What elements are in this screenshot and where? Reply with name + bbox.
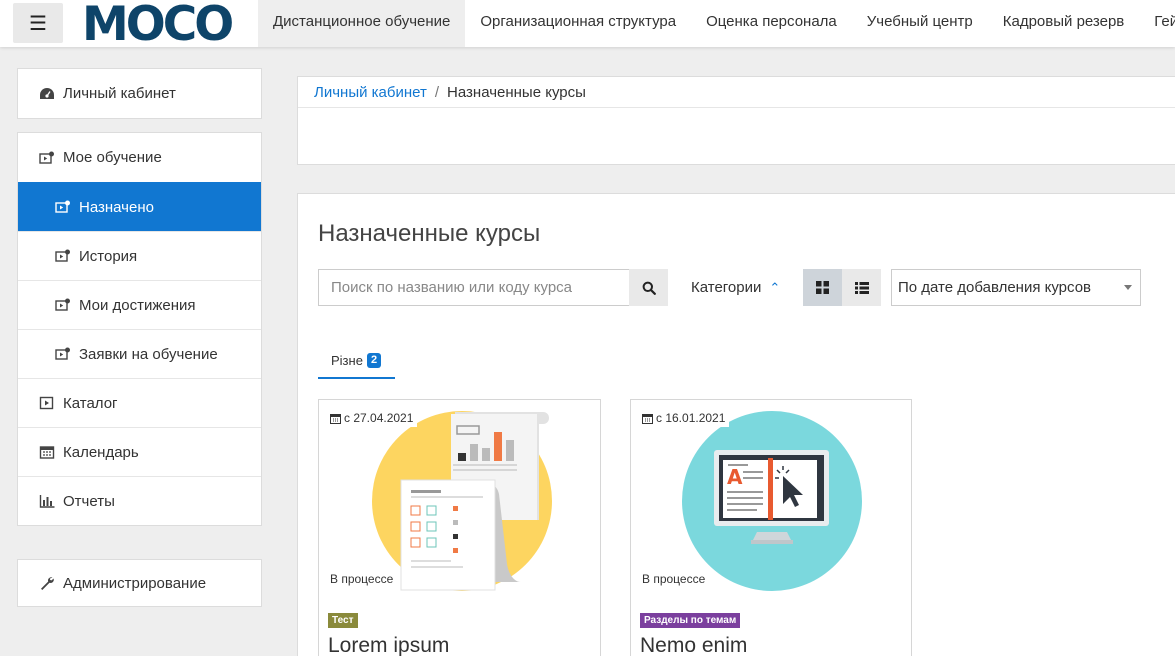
logo[interactable]: MOCO	[82, 0, 242, 52]
nav-more[interactable]: Гей	[1139, 0, 1175, 47]
sort-selected-value: По дате добавления курсов	[898, 279, 1092, 296]
sidebar-item-label: Заявки на обучение	[79, 345, 218, 363]
hamburger-icon: ☰	[29, 12, 47, 35]
search-input[interactable]	[318, 269, 629, 306]
sidebar-item-label: Личный кабинет	[63, 85, 176, 102]
categories-toggle[interactable]: Категории ⌃	[691, 269, 780, 306]
sidebar-item-admin[interactable]: Администрирование	[18, 560, 261, 606]
course-icon	[54, 200, 72, 214]
course-type-tag: Разделы по темам	[640, 613, 741, 628]
nav-assessment[interactable]: Оценка персонала	[691, 0, 852, 47]
wrench-icon	[38, 576, 56, 590]
top-navbar: ☰ MOCO Дистанционное обучение Организаци…	[0, 0, 1175, 52]
sidebar-item-label: Мои достижения	[79, 296, 196, 314]
sidebar-item-label: Администрирование	[63, 574, 207, 592]
nav-org-structure[interactable]: Организационная структура	[465, 0, 691, 47]
breadcrumb-current: Назначенные курсы	[447, 83, 586, 101]
sidebar-learning-group: Мое обучение Назначено История Мои дости…	[17, 132, 262, 526]
main-panel: Назначенные курсы Категории ⌃ По дате доб…	[297, 193, 1175, 656]
course-date: с 27.04.2021	[328, 409, 418, 427]
course-card[interactable]: с 27.04.2021 В процессе Тест Lorem ipsum	[318, 399, 601, 656]
search-button[interactable]	[629, 269, 668, 306]
dashboard-icon	[38, 87, 56, 101]
sidebar-item-achievements[interactable]: Мои достижения	[18, 280, 261, 329]
page-title: Назначенные курсы	[318, 220, 541, 247]
search-group	[318, 269, 668, 306]
breadcrumb: Личный кабинет / Назначенные курсы	[298, 77, 1175, 108]
course-type-tag: Тест	[328, 613, 358, 628]
sidebar-item-reports[interactable]: Отчеты	[18, 476, 261, 525]
nav-talent-pool[interactable]: Кадровый резерв	[988, 0, 1140, 47]
grid-icon	[816, 281, 829, 294]
list-view-button[interactable]	[842, 269, 881, 306]
breadcrumb-panel: Личный кабинет / Назначенные курсы	[297, 76, 1175, 165]
hamburger-menu-button[interactable]: ☰	[13, 3, 63, 43]
breadcrumb-home-link[interactable]: Личный кабинет	[314, 84, 427, 101]
course-title[interactable]: Lorem ipsum	[328, 634, 449, 656]
course-card[interactable]: A с 16.01.2021 В процессе Разделы по тем…	[630, 399, 912, 656]
course-icon	[54, 249, 72, 263]
sidebar-item-calendar[interactable]: Календарь	[18, 427, 261, 476]
sidebar-item-catalog[interactable]: Каталог	[18, 378, 261, 427]
course-icon	[54, 347, 72, 361]
main-nav: Дистанционное обучение Организационная с…	[258, 0, 1175, 47]
sidebar-item-label: Каталог	[63, 394, 118, 412]
course-date-text: с 16.01.2021	[656, 411, 726, 425]
sidebar-item-label: Мое обучение	[63, 149, 162, 166]
tab-category[interactable]: Різне 2	[318, 349, 395, 379]
breadcrumb-separator: /	[434, 83, 440, 101]
sort-select[interactable]: По дате добавления курсов	[891, 269, 1141, 306]
calendar-icon	[642, 413, 653, 424]
chevron-up-icon: ⌃	[769, 280, 781, 295]
sidebar-item-assigned[interactable]: Назначено	[18, 182, 261, 231]
tab-label: Різне	[331, 353, 363, 368]
sidebar-item-my-learning[interactable]: Мое обучение	[18, 133, 261, 182]
bar-chart-icon	[38, 494, 56, 508]
course-status: В процессе	[638, 570, 710, 588]
nav-training-center[interactable]: Учебный центр	[852, 0, 988, 47]
categories-label: Категории	[691, 279, 762, 296]
sidebar-item-label: История	[79, 247, 138, 265]
svg-text:A: A	[727, 465, 743, 489]
search-icon	[642, 281, 656, 295]
course-title[interactable]: Nemo enim	[640, 634, 747, 656]
course-date-text: с 27.04.2021	[344, 411, 414, 425]
svg-text:MOCO: MOCO	[82, 1, 232, 45]
nav-distance-learning[interactable]: Дистанционное обучение	[258, 0, 466, 47]
sidebar-cabinet-group: Личный кабинет	[17, 68, 262, 119]
sidebar-item-history[interactable]: История	[18, 231, 261, 280]
grid-view-button[interactable]	[803, 269, 842, 306]
sidebar-item-label: Календарь	[63, 443, 139, 461]
play-square-icon	[38, 396, 56, 410]
documents-chart-illustration	[372, 411, 552, 591]
caret-down-icon	[1124, 285, 1132, 290]
logo-mark: MOCO	[82, 0, 235, 52]
list-icon	[854, 281, 869, 294]
course-status: В процессе	[326, 570, 398, 588]
sidebar-item-cabinet[interactable]: Личный кабинет	[18, 69, 261, 118]
course-icon	[38, 151, 56, 165]
sidebar-item-label: Отчеты	[63, 492, 115, 510]
sidebar-item-label: Назначено	[79, 198, 154, 216]
course-date: с 16.01.2021	[640, 409, 730, 427]
tab-count-badge: 2	[366, 353, 382, 368]
course-icon	[54, 298, 72, 312]
calendar-icon	[38, 445, 56, 459]
sidebar-admin-group: Администрирование	[17, 559, 262, 607]
sidebar-item-requests[interactable]: Заявки на обучение	[18, 329, 261, 378]
calendar-icon	[330, 413, 341, 424]
